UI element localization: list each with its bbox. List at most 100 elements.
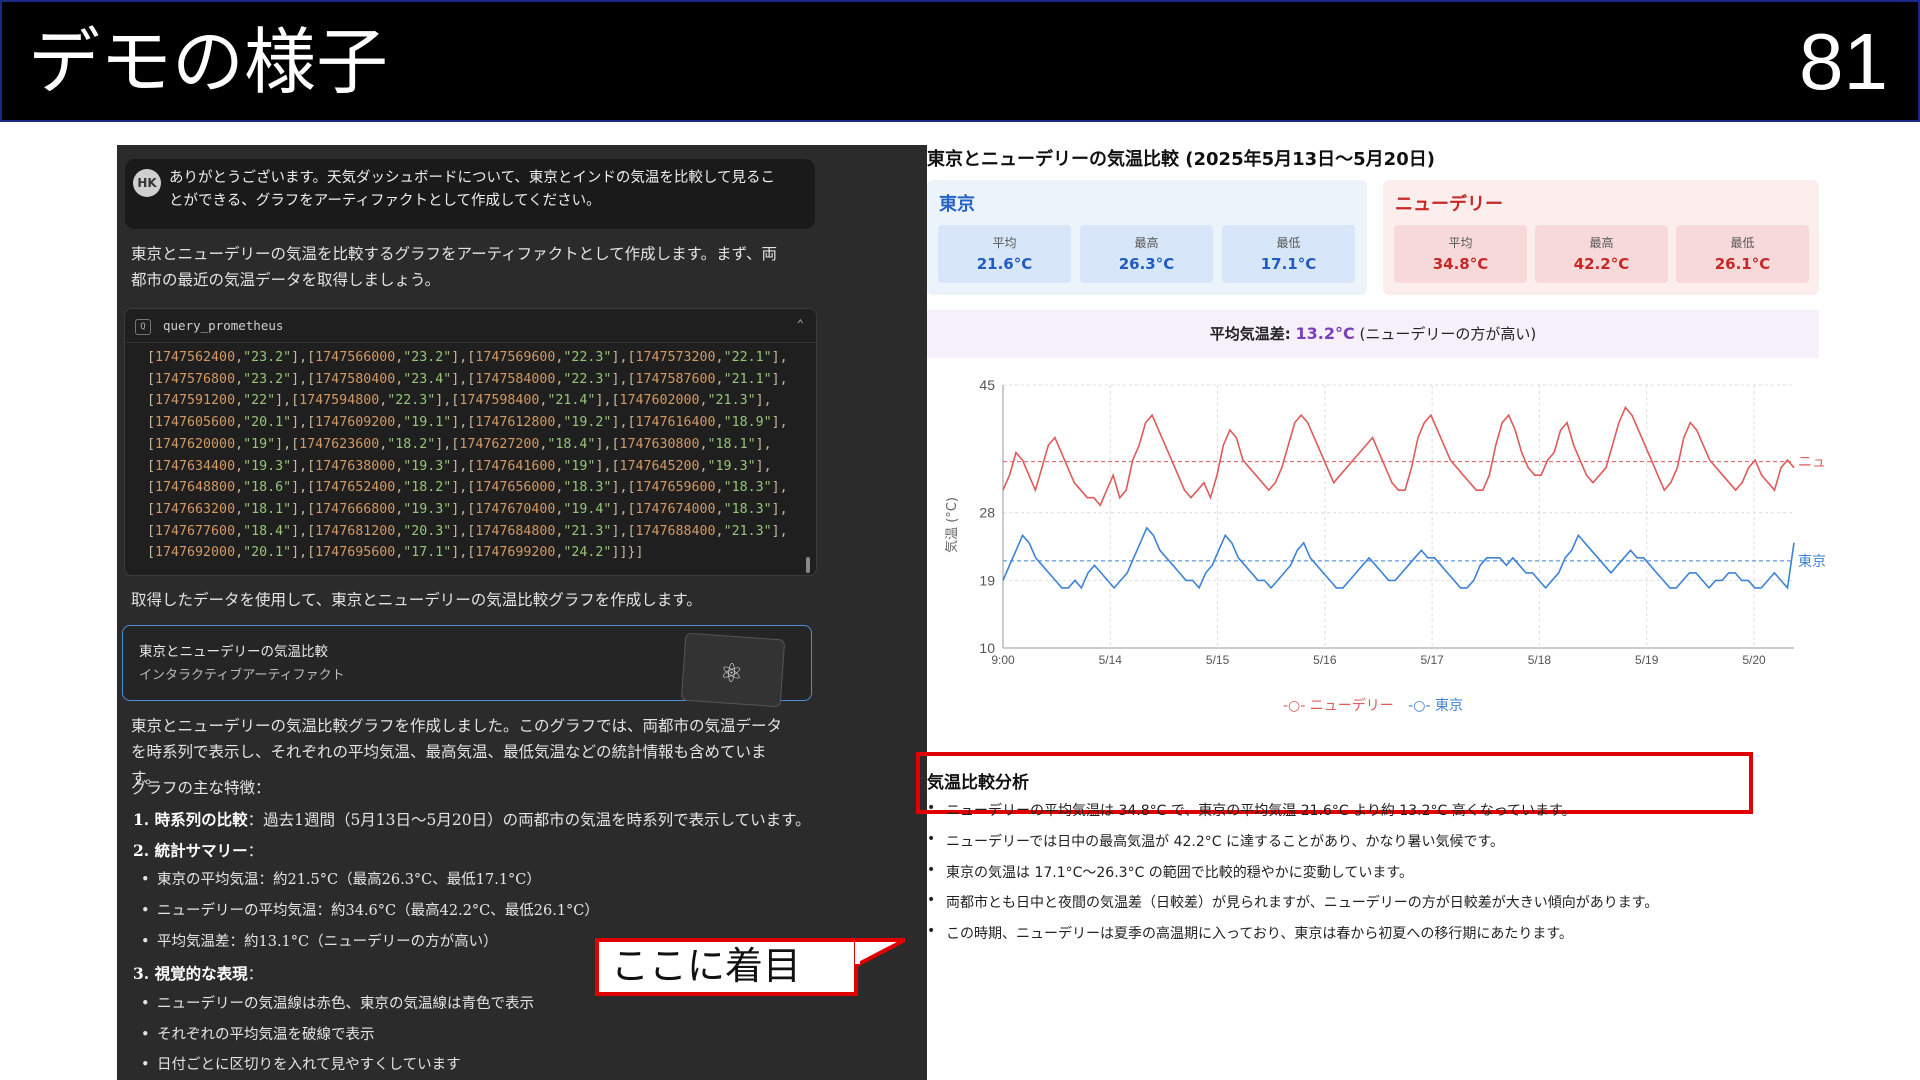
- tool-call-panel: Q query_prometheus ⌃ [1747562400,"23.2"]…: [124, 308, 817, 576]
- analysis-item: 東京の気温は 17.1°C〜26.3°C の範囲で比較的穏やかに変動しています。: [927, 862, 1413, 882]
- stat-average: 平均 21.6°C: [938, 225, 1071, 283]
- artifact-title: 東京とニューデリーの気温比較: [139, 644, 328, 660]
- slide-page-number: 81: [1799, 17, 1888, 106]
- code-line: [1747692000,"20.1"],[1747695600,"17.1"],…: [147, 545, 644, 561]
- artifact-thumbnail: ⚛: [680, 632, 786, 708]
- slide-header: デモの様子 81: [0, 0, 1920, 122]
- delhi-stats-card: ニューデリー 平均 34.8°C 最高 42.2°C 最低 26.1°C: [1383, 180, 1819, 295]
- tool-name: query_prometheus: [163, 318, 284, 333]
- stat-value: 17.1°C: [1260, 255, 1317, 273]
- stat-label: 最低: [1730, 236, 1755, 250]
- code-line: [1747663200,"18.1"],[1747666800,"19.3"],…: [147, 501, 788, 517]
- tool-call-header[interactable]: Q query_prometheus ⌃: [125, 309, 816, 343]
- artifact-card[interactable]: 東京とニューデリーの気温比較 インタラクティブアーティファクト ⚛: [122, 625, 812, 708]
- slide-title: デモの様子: [28, 20, 389, 104]
- y-axis-label: 気温 (°C): [944, 497, 960, 553]
- stat-value: 21.6°C: [976, 255, 1033, 273]
- feature-3-label: 3. 視覚的な表現: [133, 964, 248, 983]
- code-line: [1747620000,"19"],[1747623600,"18.2"],[1…: [147, 436, 772, 452]
- mean-line-label: 東京: [1798, 554, 1826, 570]
- feature-2: 2. 統計サマリー：: [133, 838, 263, 864]
- list-item: ニューデリーの気温線は赤色、東京の気温線は青色で表示: [141, 991, 534, 1017]
- list-item: 平均気温差：約13.1°C（ニューデリーの方が高い）: [141, 929, 498, 955]
- legend-item-delhi[interactable]: -○- ニューデリー: [1283, 698, 1394, 714]
- atom-icon: ⚛: [718, 658, 745, 690]
- list-item: ニューデリーの平均気温：約34.6°C（最高42.2°C、最低26.1°C）: [141, 898, 599, 924]
- y-tick-label: 19: [979, 572, 995, 588]
- list-item: 東京の平均気温：約21.5°C（最高26.3°C、最低17.1°C）: [141, 867, 541, 893]
- x-tick-label: 9:00: [991, 653, 1015, 665]
- code-line: [1747677600,"18.4"],[1747681200,"20.3"],…: [147, 523, 788, 539]
- tool-result-code: [1747562400,"23.2"],[1747566000,"23.2"],…: [147, 347, 797, 564]
- chevron-up-icon[interactable]: ⌃: [797, 317, 804, 331]
- stat-label: 平均: [992, 236, 1017, 250]
- analysis-item: ニューデリーの平均気温は 34.8°C で、東京の平均気温 21.6°C より約…: [927, 800, 1576, 820]
- feature-2-text: ：: [247, 842, 264, 860]
- code-line: [1747591200,"22"],[1747594800,"22.3"],[1…: [147, 393, 772, 409]
- artifact-subtitle: インタラクティブアーティファクト: [139, 668, 345, 683]
- stat-value: 26.1°C: [1714, 255, 1771, 273]
- x-tick-label: 5/16: [1313, 653, 1337, 665]
- diff-label: 平均気温差:: [1209, 325, 1291, 343]
- code-line: [1747605600,"20.1"],[1747609200,"19.1"],…: [147, 415, 788, 431]
- callout-pointer: [855, 938, 905, 968]
- user-message-text: ありがとうございます。天気ダッシュボードについて、東京とインドの気温を比較して見…: [169, 170, 775, 209]
- search-icon: Q: [135, 319, 151, 335]
- city-name: 東京: [939, 194, 975, 215]
- analysis-title: 気温比較分析: [927, 773, 1029, 793]
- avatar: HK: [133, 169, 161, 197]
- legend-label: ニューデリー: [1309, 698, 1394, 714]
- user-message: HK ありがとうございます。天気ダッシュボードについて、東京とインドの気温を比較…: [125, 159, 815, 229]
- assistant-intro: 東京とニューデリーの気温を比較するグラフをアーティファクトとして作成します。まず…: [131, 245, 778, 289]
- temperature-difference-bar: 平均気温差: 13.2°C (ニューデリーの方が高い): [927, 310, 1819, 358]
- stat-label: 最低: [1276, 236, 1301, 250]
- legend-item-tokyo[interactable]: -○- 東京: [1408, 698, 1463, 714]
- features-heading: グラフの主な特徴：: [131, 779, 271, 797]
- x-tick-label: 5/18: [1528, 653, 1552, 665]
- feature-2-label: 2. 統計サマリー: [133, 841, 248, 860]
- code-line: [1747562400,"23.2"],[1747566000,"23.2"],…: [147, 350, 788, 365]
- stat-label: 最高: [1589, 236, 1614, 250]
- legend-label: 東京: [1435, 698, 1463, 714]
- x-tick-label: 5/14: [1099, 653, 1123, 665]
- stat-min: 最低 17.1°C: [1222, 225, 1355, 283]
- y-tick-label: 28: [979, 505, 995, 521]
- stat-max: 最高 42.2°C: [1535, 225, 1668, 283]
- analysis-item: ニューデリーでは日中の最高気温が 42.2°C に達することがあり、かなり暑い気…: [927, 831, 1504, 851]
- code-line: [1747634400,"19.3"],[1747638000,"19.3"],…: [147, 458, 772, 474]
- code-line: [1747576800,"23.2"],[1747580400,"23.4"],…: [147, 371, 788, 387]
- scrollbar[interactable]: [806, 557, 810, 573]
- series-line: [1002, 526, 1795, 590]
- stat-label: 最高: [1134, 236, 1159, 250]
- analysis-item: この時期、ニューデリーは夏季の高温期に入っており、東京は春から初夏への移行期にあ…: [927, 923, 1573, 943]
- series-line: [1002, 406, 1795, 507]
- mean-line-label: ニュ: [1798, 455, 1826, 471]
- stat-value: 26.3°C: [1118, 255, 1175, 273]
- list-item: それぞれの平均気温を破線で表示: [141, 1022, 374, 1048]
- temperature-line-chart: 101928459:00 5/14 5/15 5/16 5/17 5/18 5/19 5/20…: [944, 377, 1826, 665]
- feature-1-text: ：過去1週間（5月13日〜5月20日）の両都市の気温を時系列で表示しています。: [247, 811, 811, 829]
- tokyo-stats-card: 東京 平均 21.6°C 最高 26.3°C 最低 17.1°C: [927, 180, 1367, 295]
- stat-label: 平均: [1448, 236, 1473, 250]
- feature-1-label: 1. 時系列の比較: [133, 810, 248, 829]
- dashboard-title: 東京とニューデリーの気温比較 (2025年5月13日〜5月20日): [927, 149, 1435, 170]
- assistant-after-tool: 取得したデータを使用して、東京とニューデリーの気温比較グラフを作成します。: [131, 591, 702, 609]
- feature-3: 3. 視覚的な表現：: [133, 961, 263, 987]
- stat-average: 平均 34.8°C: [1394, 225, 1527, 283]
- x-tick-label: 5/15: [1206, 653, 1230, 665]
- x-tick-label: 5/17: [1420, 653, 1444, 665]
- chart-legend: -○- ニューデリー -○- 東京: [927, 695, 1819, 715]
- x-tick-label: 5/20: [1742, 653, 1766, 665]
- stat-value: 42.2°C: [1573, 255, 1630, 273]
- city-name: ニューデリー: [1395, 194, 1503, 215]
- code-line: [1747648800,"18.6"],[1747652400,"18.2"],…: [147, 480, 788, 496]
- list-item: 日付ごとに区切りを入れて見やすくしています: [141, 1052, 461, 1078]
- callout-label: ここに着目: [595, 938, 858, 996]
- feature-3-text: ：: [247, 965, 264, 983]
- diff-value: 13.2°C: [1295, 324, 1355, 343]
- dashboard-artifact: 東京とニューデリーの気温比較 (2025年5月13日〜5月20日) 東京 平均 2…: [916, 140, 1920, 1000]
- analysis-item: 両都市とも日中と夜間の気温差（日較差）が見られますが、ニューデリーの方が日較差が…: [927, 892, 1658, 912]
- x-tick-label: 5/19: [1635, 653, 1659, 665]
- y-tick-label: 45: [979, 377, 995, 393]
- diff-note: (ニューデリーの方が高い): [1359, 325, 1537, 343]
